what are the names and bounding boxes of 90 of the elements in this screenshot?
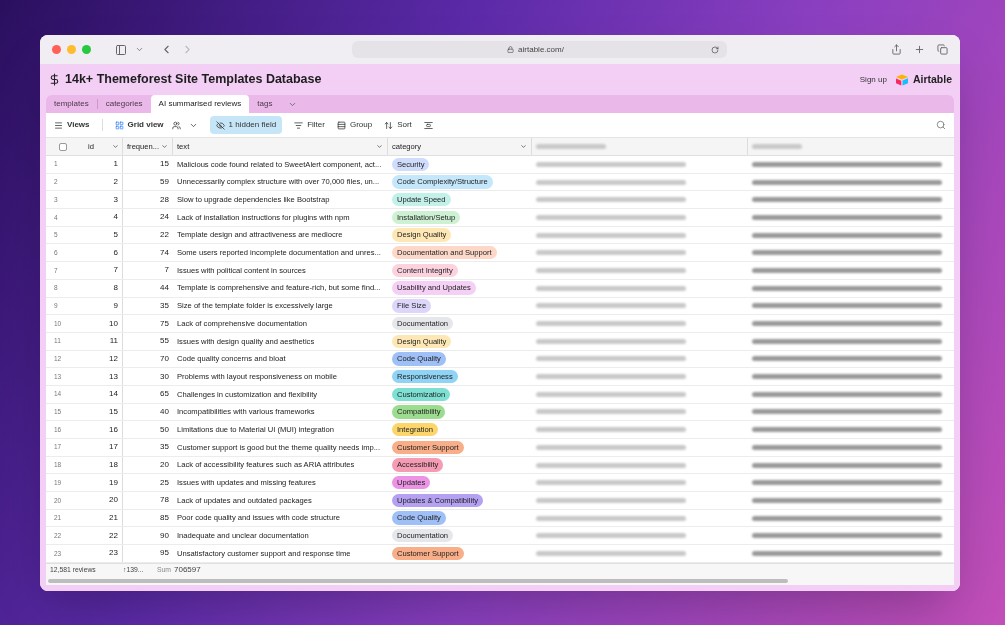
table-cell: 5 xyxy=(80,226,123,244)
table-cell-text: 40 xyxy=(159,405,170,418)
views-button[interactable]: Views xyxy=(54,119,90,131)
table-cell-text: 44 xyxy=(159,282,170,295)
table-cell-text: 25 xyxy=(159,476,170,489)
table-cell-text: 30 xyxy=(159,370,170,383)
table-cell: 23 xyxy=(80,545,123,562)
table-cell: 15 xyxy=(80,403,123,421)
hidden-fields-button[interactable]: 1 hidden field xyxy=(209,116,283,134)
menu-icon xyxy=(54,120,63,130)
new-tab-icon[interactable] xyxy=(914,44,925,55)
chevron-down-icon xyxy=(112,143,119,150)
blurred-text xyxy=(536,144,606,149)
table-tab[interactable]: templates xyxy=(46,95,97,113)
table-cell-text: 22 xyxy=(159,229,170,242)
table-cell-text: 55 xyxy=(159,335,170,348)
table-cell-text: 35 xyxy=(159,299,170,312)
table-cell-text: 74 xyxy=(159,246,170,259)
table-cell: 12 xyxy=(80,350,123,368)
eye-off-icon xyxy=(215,120,225,130)
table-cell: 9 xyxy=(80,297,123,315)
table-cell: 8 xyxy=(80,279,123,297)
logo-icon xyxy=(894,73,909,86)
table-cell: 22 xyxy=(80,527,123,545)
sidebar-icon[interactable] xyxy=(115,43,127,56)
sort-icon xyxy=(384,120,394,130)
table-cell: 13 xyxy=(80,368,123,385)
table-cell: 16 xyxy=(80,421,123,438)
collaborators-icon[interactable] xyxy=(171,120,181,130)
table-cell-text: 50 xyxy=(159,423,170,436)
row-height-icon[interactable] xyxy=(423,120,433,130)
table-cell-text: 35 xyxy=(159,441,170,454)
table-tab[interactable]: tags xyxy=(249,95,281,113)
tabs-overview-icon[interactable] xyxy=(937,44,948,55)
chevron-down-icon xyxy=(520,143,527,150)
rows-icon xyxy=(336,120,346,130)
filter-button[interactable]: Filter xyxy=(294,119,325,131)
url-text: airtable.com/ xyxy=(518,43,564,56)
base-title: 14k+ Themeforest Site Templates Database xyxy=(65,71,322,89)
table-cell: 11 xyxy=(80,332,123,350)
table-cell-text: 90 xyxy=(159,529,170,542)
brand-name: Airtable xyxy=(912,71,952,87)
blurred-text xyxy=(752,144,802,149)
table-cell: 2 xyxy=(80,173,123,191)
table-cell: 20 xyxy=(80,492,123,509)
sort-button[interactable]: Sort xyxy=(384,119,412,131)
table-cell-text: 70 xyxy=(159,352,170,365)
table-cell: 18 xyxy=(80,456,123,474)
table-cell-text: 20 xyxy=(159,459,170,472)
grid-view-button[interactable]: Grid view xyxy=(114,119,164,131)
share-icon[interactable] xyxy=(891,44,902,55)
table-cell-text: 85 xyxy=(159,512,170,525)
table-cell-text: 7 xyxy=(163,264,170,277)
table-cell: 6 xyxy=(80,244,123,262)
table-cell-text: 65 xyxy=(159,388,170,401)
table-cell: 14 xyxy=(80,385,123,403)
table-cell-text: 28 xyxy=(159,193,170,206)
sum-value: 706597 xyxy=(174,564,201,577)
lock-icon xyxy=(507,46,515,53)
close-button[interactable] xyxy=(52,45,61,54)
table-cell-text: 15 xyxy=(159,158,170,171)
table-cell: 7 xyxy=(80,262,123,279)
sign-up-link[interactable]: Sign up xyxy=(859,73,887,86)
chevron-down-icon xyxy=(161,143,168,150)
table-cell-text: 95 xyxy=(159,547,170,560)
chevron-down-icon xyxy=(376,143,383,150)
table-cell: 19 xyxy=(80,474,123,492)
table-cell-text: 75 xyxy=(159,317,170,330)
table-cell: 4 xyxy=(80,209,123,226)
zoom-button[interactable] xyxy=(82,45,91,54)
grid-icon xyxy=(114,120,124,130)
group-button[interactable]: Group xyxy=(336,119,373,131)
base-icon xyxy=(48,73,61,86)
horizontal-scrollbar[interactable] xyxy=(48,578,788,583)
table-tab[interactable]: categories xyxy=(97,95,151,113)
chevron-down-icon[interactable] xyxy=(135,45,144,54)
table-cell: 1 xyxy=(80,156,123,173)
table-cell: 3 xyxy=(80,191,123,209)
table-cell-text: 78 xyxy=(159,494,170,507)
table-cell-text: 24 xyxy=(159,211,170,224)
table-tab[interactable]: AI summarised reviews xyxy=(150,95,250,113)
table-cell: 10 xyxy=(80,315,123,332)
table-cell-text: 59 xyxy=(159,176,170,189)
reload-icon[interactable] xyxy=(711,45,719,54)
table-cell: 17 xyxy=(80,439,123,456)
search-icon[interactable] xyxy=(936,120,946,130)
filter-icon xyxy=(294,120,304,130)
select-all-checkbox[interactable] xyxy=(59,142,67,151)
address-bar[interactable]: airtable.com/ xyxy=(352,41,727,58)
table-cell: 21 xyxy=(80,509,123,527)
